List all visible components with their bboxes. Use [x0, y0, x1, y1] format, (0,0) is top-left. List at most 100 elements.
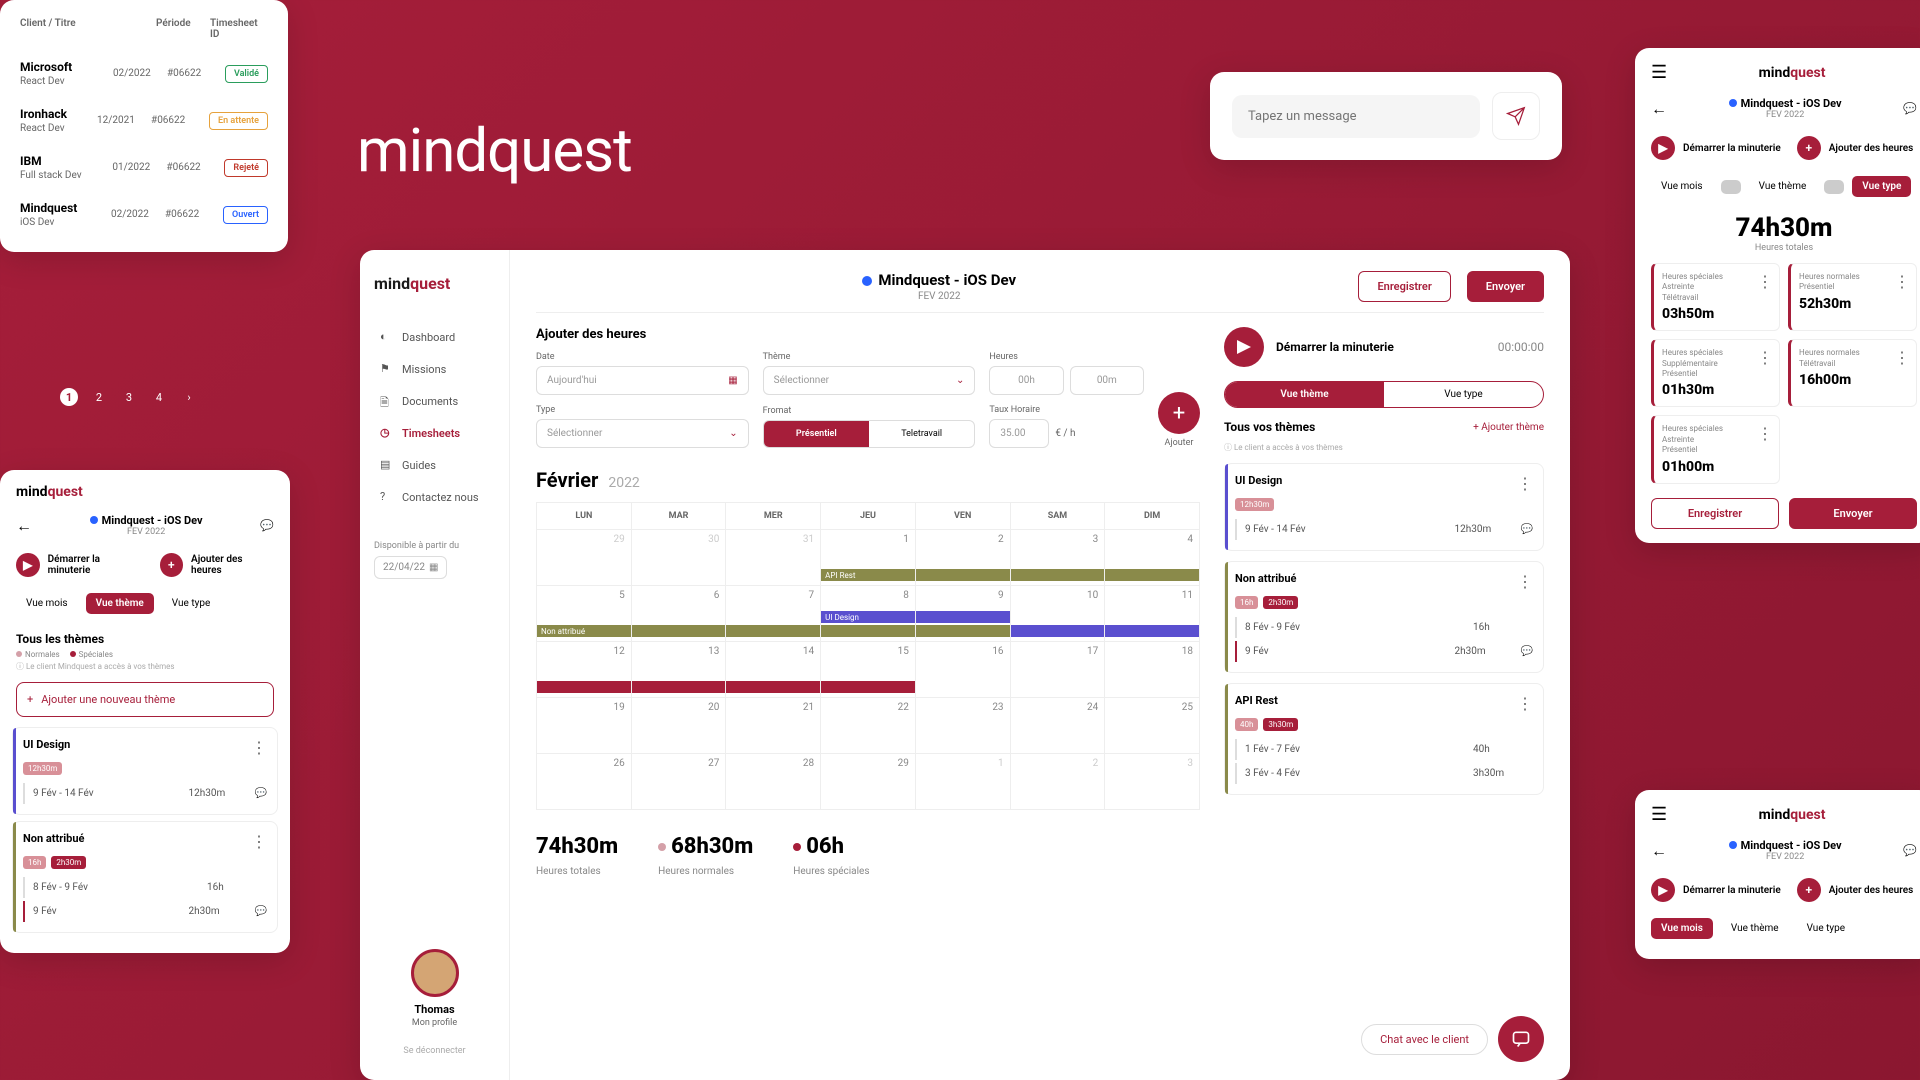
tab-theme[interactable]: Vue thème	[1749, 176, 1817, 197]
tab-type[interactable]: Vue type	[1797, 918, 1855, 939]
calendar-day[interactable]: 4	[1105, 530, 1200, 586]
calendar-day[interactable]: 10	[1011, 586, 1106, 642]
calendar-day[interactable]: 31	[726, 530, 821, 586]
send-button[interactable]: Envoyer	[1467, 271, 1544, 302]
calendar-day[interactable]: 2	[1011, 754, 1106, 810]
timer-play-button[interactable]	[1224, 327, 1264, 367]
page-button[interactable]: 2	[90, 388, 108, 406]
calendar-day[interactable]: 15	[821, 642, 916, 698]
back-button[interactable]: ←	[16, 516, 32, 536]
send-button[interactable]: Envoyer	[1789, 498, 1917, 529]
tab-type[interactable]: Vue type	[1384, 382, 1543, 407]
calendar-day[interactable]: 28	[726, 754, 821, 810]
hours-m-input[interactable]: 00m	[1070, 366, 1144, 395]
tab-type[interactable]: Vue type	[162, 593, 220, 614]
calendar-day[interactable]: 1	[916, 754, 1011, 810]
format-toggle[interactable]: PrésentielTeletravail	[763, 420, 976, 448]
avatar[interactable]	[411, 949, 459, 997]
calendar-day[interactable]: 11	[1105, 586, 1200, 642]
more-button[interactable]: ⋮	[251, 832, 267, 851]
chat-client-button[interactable]: Chat avec le client	[1361, 1024, 1488, 1055]
add-hours-button[interactable]: +Ajouter des heures	[1797, 878, 1914, 902]
comment-icon[interactable]: 💬	[1521, 646, 1533, 657]
chat-icon[interactable]: 💬	[260, 519, 274, 532]
add-button[interactable]: +	[1158, 392, 1200, 434]
calendar-day[interactable]: 2	[916, 530, 1011, 586]
calendar-day[interactable]: 16	[916, 642, 1011, 698]
list-item[interactable]: IBMFull stack Dev01/2022#06622Rejeté	[10, 144, 278, 191]
back-button[interactable]: ←	[1651, 841, 1667, 861]
save-button[interactable]: Enregistrer	[1358, 271, 1450, 302]
add-theme-button[interactable]: +Ajouter une nouveau thème	[16, 682, 274, 717]
type-select[interactable]: Sélectionner⌄	[536, 419, 749, 448]
calendar-day[interactable]: 14	[726, 642, 821, 698]
more-button[interactable]: ⋮	[251, 738, 267, 757]
chat-input[interactable]	[1232, 95, 1480, 138]
next-page-button[interactable]: ›	[180, 388, 198, 406]
more-button[interactable]: ⋮	[1894, 272, 1910, 291]
calendar-day[interactable]: 6	[632, 586, 727, 642]
start-timer-button[interactable]: ▶Démarrer la minuterie	[1651, 878, 1781, 902]
tab-type[interactable]: Vue type	[1852, 176, 1911, 197]
nav-dashboard[interactable]: ◐Dashboard	[374, 321, 495, 353]
more-button[interactable]: ⋮	[1517, 572, 1533, 591]
date-input[interactable]: Aujourd'hui▦	[536, 366, 749, 395]
calendar-day[interactable]: 20	[632, 698, 727, 754]
calendar-day[interactable]: 17	[1011, 642, 1106, 698]
menu-button[interactable]: ☰	[1651, 62, 1667, 83]
chat-icon[interactable]: 💬	[1903, 102, 1917, 115]
calendar-day[interactable]: 25	[1105, 698, 1200, 754]
list-item[interactable]: MicrosoftReact Dev02/2022#06622Validé	[10, 50, 278, 97]
calendar-day[interactable]: 23	[916, 698, 1011, 754]
view-tabs[interactable]: Vue thème Vue type	[1224, 381, 1544, 408]
calendar-day[interactable]: 27	[632, 754, 727, 810]
rate-input[interactable]: 35.00	[989, 419, 1049, 448]
theme-select[interactable]: Sélectionner⌄	[763, 366, 976, 395]
more-button[interactable]: ⋮	[1757, 348, 1773, 367]
more-button[interactable]: ⋮	[1757, 272, 1773, 291]
menu-button[interactable]: ☰	[1651, 804, 1667, 825]
back-button[interactable]: ←	[1651, 99, 1667, 119]
tab-month[interactable]: Vue mois	[1651, 176, 1713, 197]
tab-theme[interactable]: Vue thème	[86, 593, 154, 614]
list-item[interactable]: IronhackReact Dev12/2021#06622En attente	[10, 97, 278, 144]
profile-link[interactable]: Mon profile	[374, 1018, 495, 1028]
calendar-day[interactable]: 8UI Design	[821, 586, 916, 642]
calendar-day[interactable]: 12	[537, 642, 632, 698]
calendar-day[interactable]: 18	[1105, 642, 1200, 698]
hours-h-input[interactable]: 00h	[989, 366, 1063, 395]
add-hours-button[interactable]: +Ajouter des heures	[160, 553, 275, 577]
calendar-day[interactable]: 7	[726, 586, 821, 642]
comment-icon[interactable]: 💬	[1521, 524, 1533, 535]
logout-link[interactable]: Se déconnecter	[374, 1046, 495, 1056]
calendar-day[interactable]: 1API Rest	[821, 530, 916, 586]
more-button[interactable]: ⋮	[1517, 474, 1533, 493]
calendar-day[interactable]: 22	[821, 698, 916, 754]
calendar-day[interactable]: 24	[1011, 698, 1106, 754]
calendar-day[interactable]: 13	[632, 642, 727, 698]
calendar-day[interactable]: 26	[537, 754, 632, 810]
chat-fab[interactable]	[1498, 1016, 1544, 1062]
page-button[interactable]: 3	[120, 388, 138, 406]
add-theme-link[interactable]: + Ajouter thème	[1473, 422, 1544, 433]
send-button[interactable]	[1492, 92, 1540, 140]
start-timer-button[interactable]: ▶Démarrer la minuterie	[16, 553, 144, 577]
add-hours-button[interactable]: +Ajouter des heures	[1797, 136, 1914, 160]
tab-month[interactable]: Vue mois	[16, 593, 78, 614]
calendar-day[interactable]: 9	[916, 586, 1011, 642]
calendar-day[interactable]: 3	[1011, 530, 1106, 586]
more-button[interactable]: ⋮	[1757, 424, 1773, 443]
page-button[interactable]: 1	[60, 388, 78, 406]
nav-contact[interactable]: ?Contactez nous	[374, 481, 495, 513]
start-timer-button[interactable]: ▶Démarrer la minuterie	[1651, 136, 1781, 160]
comment-icon[interactable]: 💬	[255, 906, 267, 917]
nav-timesheets[interactable]: ◷Timesheets	[374, 417, 495, 449]
nav-documents[interactable]: 🗎Documents	[374, 385, 495, 417]
more-button[interactable]: ⋮	[1894, 348, 1910, 367]
tab-theme[interactable]: Vue thème	[1225, 382, 1384, 407]
availability-date[interactable]: 22/04/22▦	[374, 556, 447, 579]
calendar-day[interactable]: 29	[821, 754, 916, 810]
more-button[interactable]: ⋮	[1517, 694, 1533, 713]
calendar-day[interactable]: 3	[1105, 754, 1200, 810]
nav-missions[interactable]: ⚑Missions	[374, 353, 495, 385]
